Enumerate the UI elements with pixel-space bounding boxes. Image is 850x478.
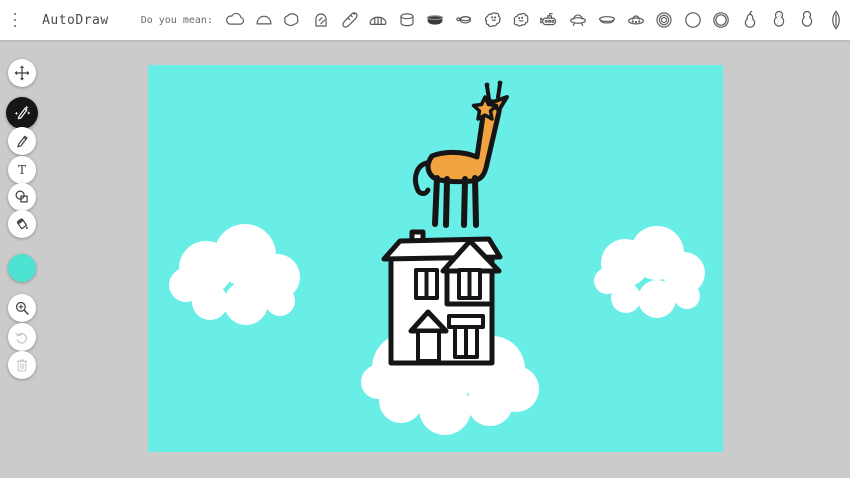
suggestion-ufo[interactable] <box>564 2 593 38</box>
suggestion-cloud[interactable] <box>221 2 250 38</box>
suggestion-pan[interactable] <box>450 2 479 38</box>
bread-roll-icon <box>369 16 387 25</box>
tool-shape[interactable] <box>8 183 36 211</box>
ufo-icon <box>570 14 587 27</box>
tool-undo[interactable] <box>8 323 36 351</box>
suggestion-pear[interactable] <box>736 2 765 38</box>
trash-icon <box>16 359 28 372</box>
suggestion-donut[interactable] <box>650 2 679 38</box>
suggestion-toast[interactable] <box>307 2 336 38</box>
suggestion-cloud-dome[interactable] <box>250 2 279 38</box>
suggestion-surfboard[interactable] <box>821 2 850 38</box>
tool-autodraw[interactable] <box>6 97 38 129</box>
suggestion-submarine[interactable] <box>535 2 564 38</box>
flying-saucer-icon <box>598 16 615 24</box>
suggestion-bread-roll[interactable] <box>364 2 393 38</box>
cloud-left-drawing <box>169 224 300 325</box>
suggestion-prompt: Do you mean: <box>140 14 213 26</box>
baguette-icon <box>341 12 358 28</box>
pan-icon <box>456 16 472 24</box>
pencil-icon <box>17 135 28 148</box>
pot-icon <box>427 15 444 25</box>
spaceship-icon <box>627 15 644 25</box>
cloud-blob-icon <box>284 13 299 27</box>
suggestion-baguette[interactable] <box>335 2 364 38</box>
text-icon: T <box>18 163 26 177</box>
peanut-icon <box>773 10 784 27</box>
ring-icon <box>713 12 730 28</box>
pear-icon <box>744 10 756 28</box>
donut-icon <box>656 12 672 28</box>
tool-select[interactable] <box>8 59 36 87</box>
tool-color[interactable] <box>8 254 36 282</box>
magnifier-icon <box>15 301 29 315</box>
suggestion-cylinder[interactable] <box>393 2 422 38</box>
suggestion-scribble-creature[interactable] <box>478 2 507 38</box>
suggestion-cloud-blob[interactable] <box>278 2 307 38</box>
suggestion-bar <box>221 2 850 38</box>
fill-icon <box>16 218 28 230</box>
svg-text:T: T <box>18 163 26 177</box>
cloud-icon <box>226 12 245 25</box>
toast-icon <box>315 13 327 27</box>
scribble-creature-icon <box>484 12 501 28</box>
suggestion-peanut[interactable] <box>764 2 793 38</box>
topbar: AutoDraw Do you mean: <box>0 0 850 40</box>
suggestion-ring[interactable] <box>707 2 736 38</box>
cylinder-icon <box>400 13 414 27</box>
tool-type[interactable]: T <box>8 156 36 184</box>
suggestion-circle[interactable] <box>678 2 707 38</box>
circle-icon <box>684 12 701 28</box>
peanut-outline-icon <box>801 10 813 27</box>
menu-icon[interactable] <box>14 13 17 27</box>
suggestion-scribble-creature-2[interactable] <box>507 2 536 38</box>
tool-zoom[interactable] <box>8 294 36 322</box>
suggestion-spaceship[interactable] <box>621 2 650 38</box>
move-icon <box>14 65 30 81</box>
tool-delete[interactable] <box>8 351 36 379</box>
suggestion-pot[interactable] <box>421 2 450 38</box>
cloud-right-drawing <box>594 226 705 318</box>
tool-fill[interactable] <box>8 210 36 238</box>
shapes-icon <box>15 190 28 203</box>
app-title: AutoDraw <box>42 12 109 28</box>
workspace: T <box>0 40 850 478</box>
tool-draw[interactable] <box>8 127 36 155</box>
cloud-dome-icon <box>256 15 272 25</box>
magic-pencil-icon <box>14 105 31 120</box>
drawing <box>169 80 705 435</box>
house-drawing <box>381 229 503 366</box>
undo-icon <box>15 332 27 344</box>
scribble-creature-2-icon <box>513 12 529 27</box>
surfboard-icon <box>831 10 840 30</box>
drawing-canvas[interactable] <box>148 65 723 452</box>
submarine-icon <box>539 12 556 26</box>
giraffe-drawing <box>412 80 509 228</box>
suggestion-flying-saucer[interactable] <box>593 2 622 38</box>
suggestion-peanut-outline[interactable] <box>793 2 822 38</box>
